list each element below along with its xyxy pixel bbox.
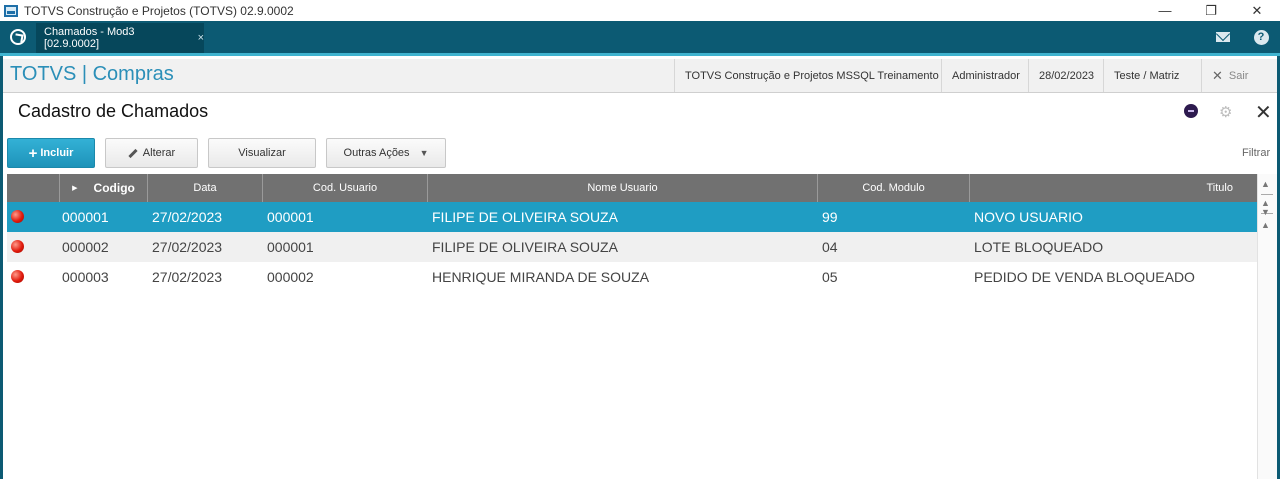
tab-chamados[interactable]: Chamados - Mod3 [02.9.0002] × [36,23,204,53]
cell-cod-usuario: 000002 [267,269,314,285]
table-row[interactable]: 000002 27/02/2023 000001 FILIPE DE OLIVE… [7,232,1257,262]
cell-data: 27/02/2023 [152,269,223,285]
plus-icon: + [28,144,38,162]
scroll-bottom-arrow-icon[interactable]: ▲ [1261,220,1270,230]
status-red-icon [11,270,24,283]
vertical-scrollbar[interactable]: ▲ ▲ ▼ ▲ [1257,174,1277,479]
cell-titulo: NOVO USUARIO [974,209,1083,225]
sort-indicator-icon: ▶ [72,185,78,192]
gear-icon[interactable]: ⚙ [1219,103,1232,121]
edit-button[interactable]: Alterar [105,138,198,168]
pencil-icon [128,148,138,158]
mail-button[interactable] [1206,21,1240,53]
app-window-icon [4,4,18,17]
exit-label: Sair [1228,69,1249,82]
table-row[interactable]: 000003 27/02/2023 000002 HENRIQUE MIRAND… [7,262,1257,292]
cell-cod-modulo: 05 [822,269,838,285]
cell-titulo: PEDIDO DE VENDA BLOQUEADO [974,269,1195,285]
other-actions-button[interactable]: Outras Ações ▼ [326,138,446,168]
cell-cod-usuario: 000001 [267,239,314,255]
header-nome-usuario[interactable]: Nome Usuario [428,174,818,202]
status-circle-icon[interactable] [1184,104,1198,118]
branch-name: Teste / Matriz [1103,59,1189,92]
help-button[interactable]: ? [1244,21,1278,53]
grid-header: ▶ Codigo Data Cod. Usuario Nome Usuario … [7,174,1257,202]
table-row[interactable]: 000001 27/02/2023 000001 FILIPE DE OLIVE… [7,202,1257,232]
cell-data: 27/02/2023 [152,209,223,225]
cell-cod-usuario: 000001 [267,209,314,225]
company-name: TOTVS Construção e Projetos MSSQL Treina… [674,59,949,92]
header-cod-usuario[interactable]: Cod. Usuario [263,174,428,202]
cell-nome-usuario: FILIPE DE OLIVEIRA SOUZA [432,239,618,255]
header-codigo[interactable]: ▶ Codigo [60,174,148,202]
view-button[interactable]: Visualizar [208,138,316,168]
user-name: Administrador [941,59,1030,92]
module-header: TOTVS | Compras TOTVS Construção e Proje… [3,59,1277,93]
close-page-icon[interactable]: ✕ [1255,100,1272,125]
status-red-icon [11,240,24,253]
header-titulo[interactable]: Titulo [970,174,1257,202]
window-title: TOTVS Construção e Projetos (TOTVS) 02.9… [24,3,294,18]
chevron-down-icon: ▼ [419,148,429,158]
restore-button[interactable]: ❐ [1188,0,1234,21]
tab-close-icon[interactable]: × [198,32,204,44]
minimize-button[interactable]: — [1142,0,1188,21]
window-titlebar: TOTVS Construção e Projetos (TOTVS) 02.9… [0,0,1280,21]
view-label: Visualizar [238,147,286,159]
header-status [7,174,60,202]
cell-cod-modulo: 99 [822,209,838,225]
filter-link[interactable]: Filtrar [1242,147,1270,159]
cell-codigo: 000003 [62,269,109,285]
header-cod-modulo[interactable]: Cod. Modulo [818,174,970,202]
cell-cod-modulo: 04 [822,239,838,255]
cell-titulo: LOTE BLOQUEADO [974,239,1104,255]
system-date: 28/02/2023 [1028,59,1104,92]
cell-nome-usuario: FILIPE DE OLIVEIRA SOUZA [432,209,618,225]
cell-codigo: 000001 [62,209,109,225]
cell-data: 27/02/2023 [152,239,223,255]
status-red-icon [11,210,24,223]
cell-codigo: 000002 [62,239,109,255]
exit-icon: ✕ [1212,67,1223,83]
tab-strip: Chamados - Mod3 [02.9.0002] × ? [0,21,1280,56]
mail-icon [1216,32,1230,42]
page-title: Cadastro de Chamados [18,101,209,121]
tab-label: Chamados - Mod3 [02.9.0002] [44,26,135,50]
edit-label: Alterar [142,147,176,159]
other-actions-label: Outras Ações [343,147,410,159]
window-close-button[interactable]: ✕ [1234,0,1280,21]
cell-nome-usuario: HENRIQUE MIRANDA DE SOUZA [432,269,650,285]
header-data[interactable]: Data [148,174,263,202]
help-icon: ? [1253,29,1269,45]
exit-button[interactable]: ✕ Sair [1201,59,1277,92]
scroll-top-arrow-icon[interactable]: ▲ [1261,179,1270,189]
totvs-logo-icon[interactable] [0,21,36,53]
include-label: Incluir [40,147,74,159]
include-button[interactable]: + Incluir [7,138,95,168]
scroll-down-arrow-icon[interactable]: ▼ [1261,207,1270,217]
module-title: TOTVS | Compras [10,63,174,85]
